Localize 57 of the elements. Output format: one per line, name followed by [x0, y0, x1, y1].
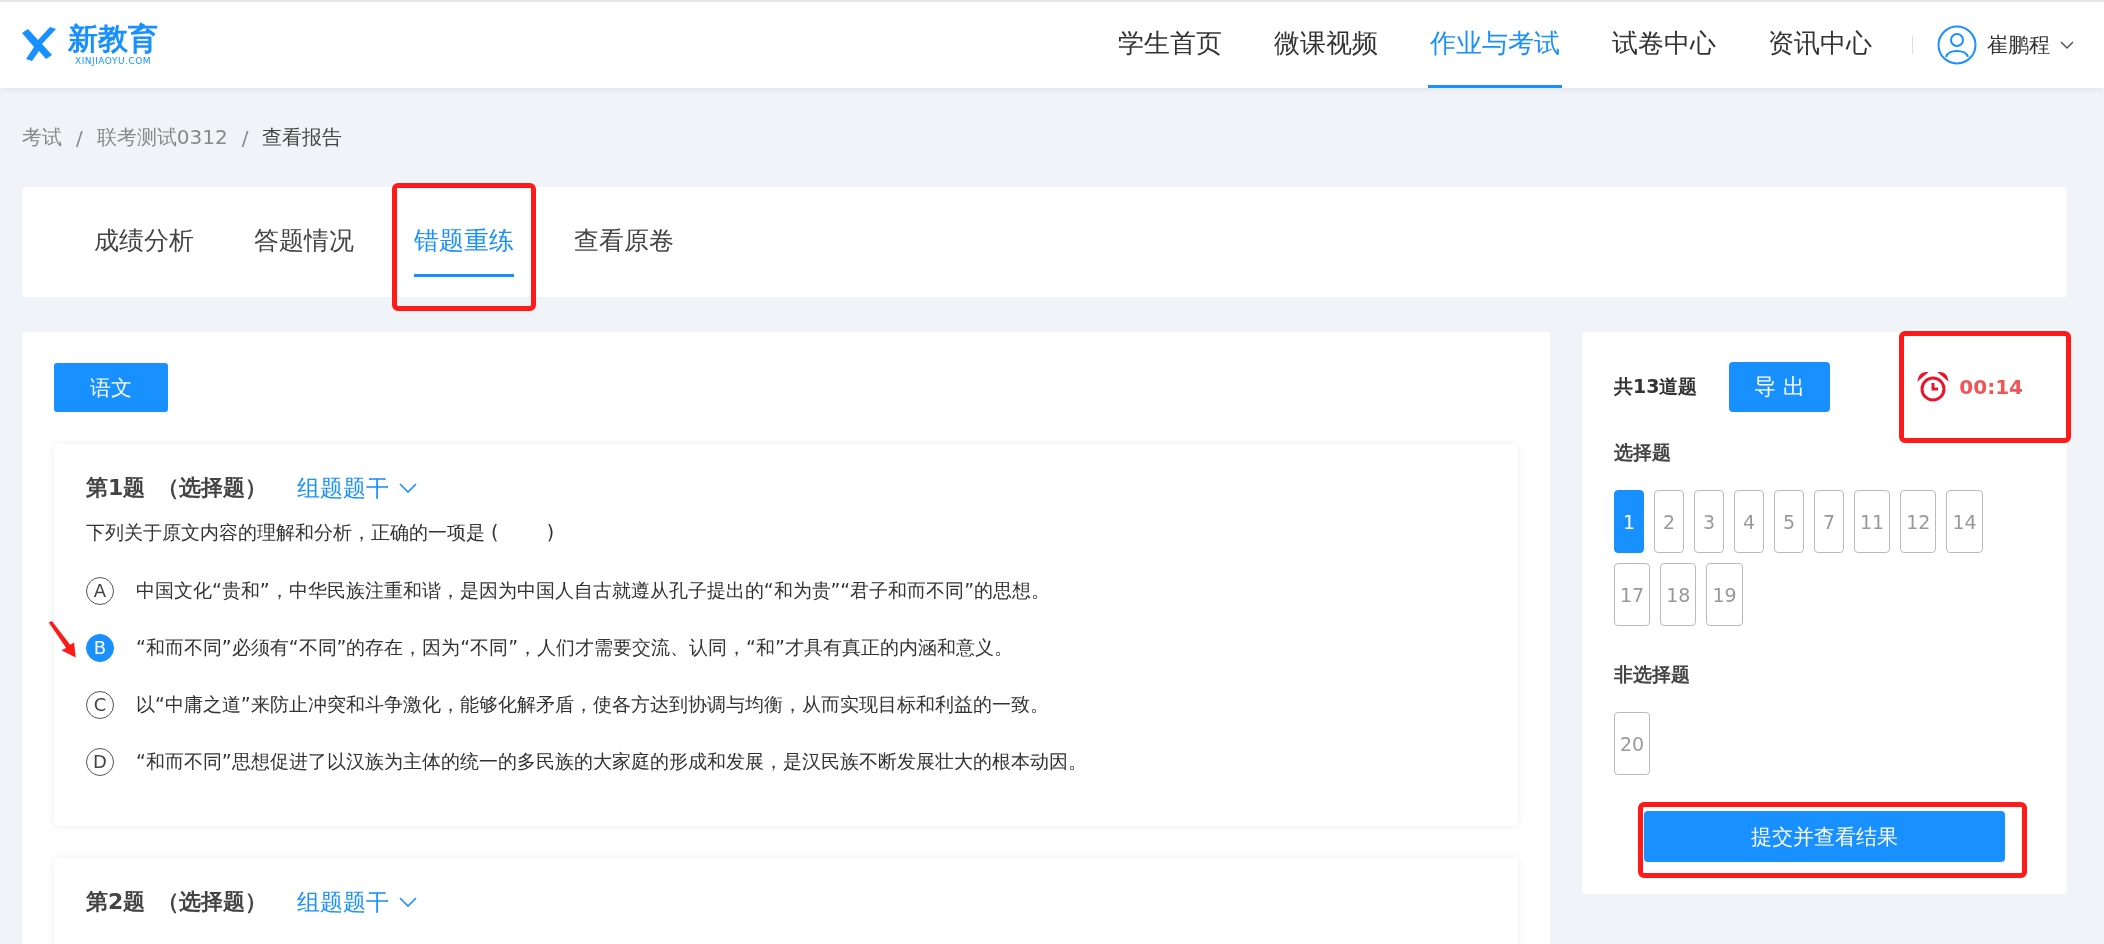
question-number-button[interactable]: 11 [1854, 490, 1891, 553]
question-number-button[interactable]: 18 [1660, 563, 1697, 626]
user-avatar-icon[interactable] [1937, 25, 1977, 65]
chevron-down-icon[interactable] [2060, 40, 2074, 50]
question-number-button[interactable]: 3 [1694, 490, 1724, 553]
report-tab[interactable]: 成绩分析 [94, 187, 194, 277]
section-title: 选择题 [1614, 440, 1672, 465]
option-text: 中国文化“贵和”，中华民族注重和谐，是因为中国人自古就遵从孔子提出的“和为贵”“君子和而不同”的思想。 [136, 577, 1051, 603]
submit-button[interactable]: 提交并查看结果 [1644, 811, 2005, 862]
group-stem-link[interactable]: 组题题干 [297, 886, 418, 918]
breadcrumb-item[interactable]: 考试 [22, 124, 62, 151]
export-button[interactable]: 导 出 [1729, 362, 1831, 412]
question-number-button[interactable]: 1 [1614, 490, 1644, 553]
question-type: （选择题） [157, 888, 268, 916]
option-letter[interactable]: B [86, 633, 114, 662]
option-text: “和而不同”思想促进了以汉族为主体的统一的多民族的大家庭的形成和发展，是汉民族不断发展壮大的根本动因。 [136, 748, 1087, 774]
question-number: 第1题 [86, 474, 146, 502]
group-stem-link[interactable]: 组题题干 [297, 472, 418, 504]
subject-button[interactable]: 语文 [54, 363, 168, 412]
report-tab[interactable]: 答题情况 [254, 187, 354, 277]
nav-item[interactable]: 试卷中心 [1610, 2, 1718, 88]
timer-text: 00:14 [1959, 375, 2023, 399]
question-number-button[interactable]: 20 [1614, 712, 1651, 775]
question-number-button[interactable]: 2 [1654, 490, 1684, 553]
question-number-button[interactable]: 17 [1614, 563, 1651, 626]
nav-item[interactable]: 资讯中心 [1766, 2, 1874, 88]
breadcrumb-item[interactable]: 联考测试0312 [96, 124, 228, 151]
logo-text: 新教育 [68, 24, 158, 54]
question-number: 第2题 [86, 888, 146, 916]
question-type: （选择题） [157, 474, 268, 502]
option-text: “和而不同”必须有“不同”的存在，因为“不同”，人们才需要交流、认同，“和”才具有真正的内涵和意义。 [136, 634, 1013, 660]
report-tab[interactable]: 查看原卷 [574, 187, 674, 277]
option-letter[interactable]: D [86, 747, 114, 776]
breadcrumb-item: 查看报告 [262, 124, 343, 151]
breadcrumb-separator: / [76, 125, 83, 150]
question-number-button[interactable]: 7 [1814, 490, 1844, 553]
question-number-button[interactable]: 14 [1946, 490, 1983, 553]
report-tab[interactable]: 错题重练 [414, 187, 514, 277]
question-number-button[interactable]: 4 [1734, 490, 1764, 553]
question-number-button[interactable]: 19 [1706, 563, 1743, 626]
breadcrumb-separator: / [241, 125, 249, 150]
logo-subtext: XINJIAOYU.COM [75, 56, 151, 66]
chevron-down-icon [399, 896, 418, 908]
question-total: 共13道题 [1614, 374, 1698, 399]
chevron-down-icon [399, 482, 418, 494]
question-number-button[interactable]: 12 [1900, 490, 1937, 553]
section-title: 非选择题 [1614, 662, 1691, 687]
nav-item[interactable]: 学生首页 [1116, 2, 1224, 88]
user-name[interactable]: 崔鹏程 [1987, 31, 2050, 59]
nav-item[interactable]: 作业与考试 [1428, 2, 1562, 88]
option-letter[interactable]: A [86, 576, 114, 605]
question-stem: 下列关于原文内容的理解和分析，正确的一项是 ( ) [86, 520, 556, 545]
question-number-button[interactable]: 5 [1774, 490, 1804, 553]
option-text: 以“中庸之道”来防止冲突和斗争激化，能够化解矛盾，使各方达到协调与均衡，从而实现目标和利益的一致。 [136, 691, 1049, 717]
nav-item[interactable]: 微课视频 [1272, 2, 1380, 88]
option-letter[interactable]: C [86, 690, 114, 719]
alarm-clock-icon [1917, 371, 1950, 403]
